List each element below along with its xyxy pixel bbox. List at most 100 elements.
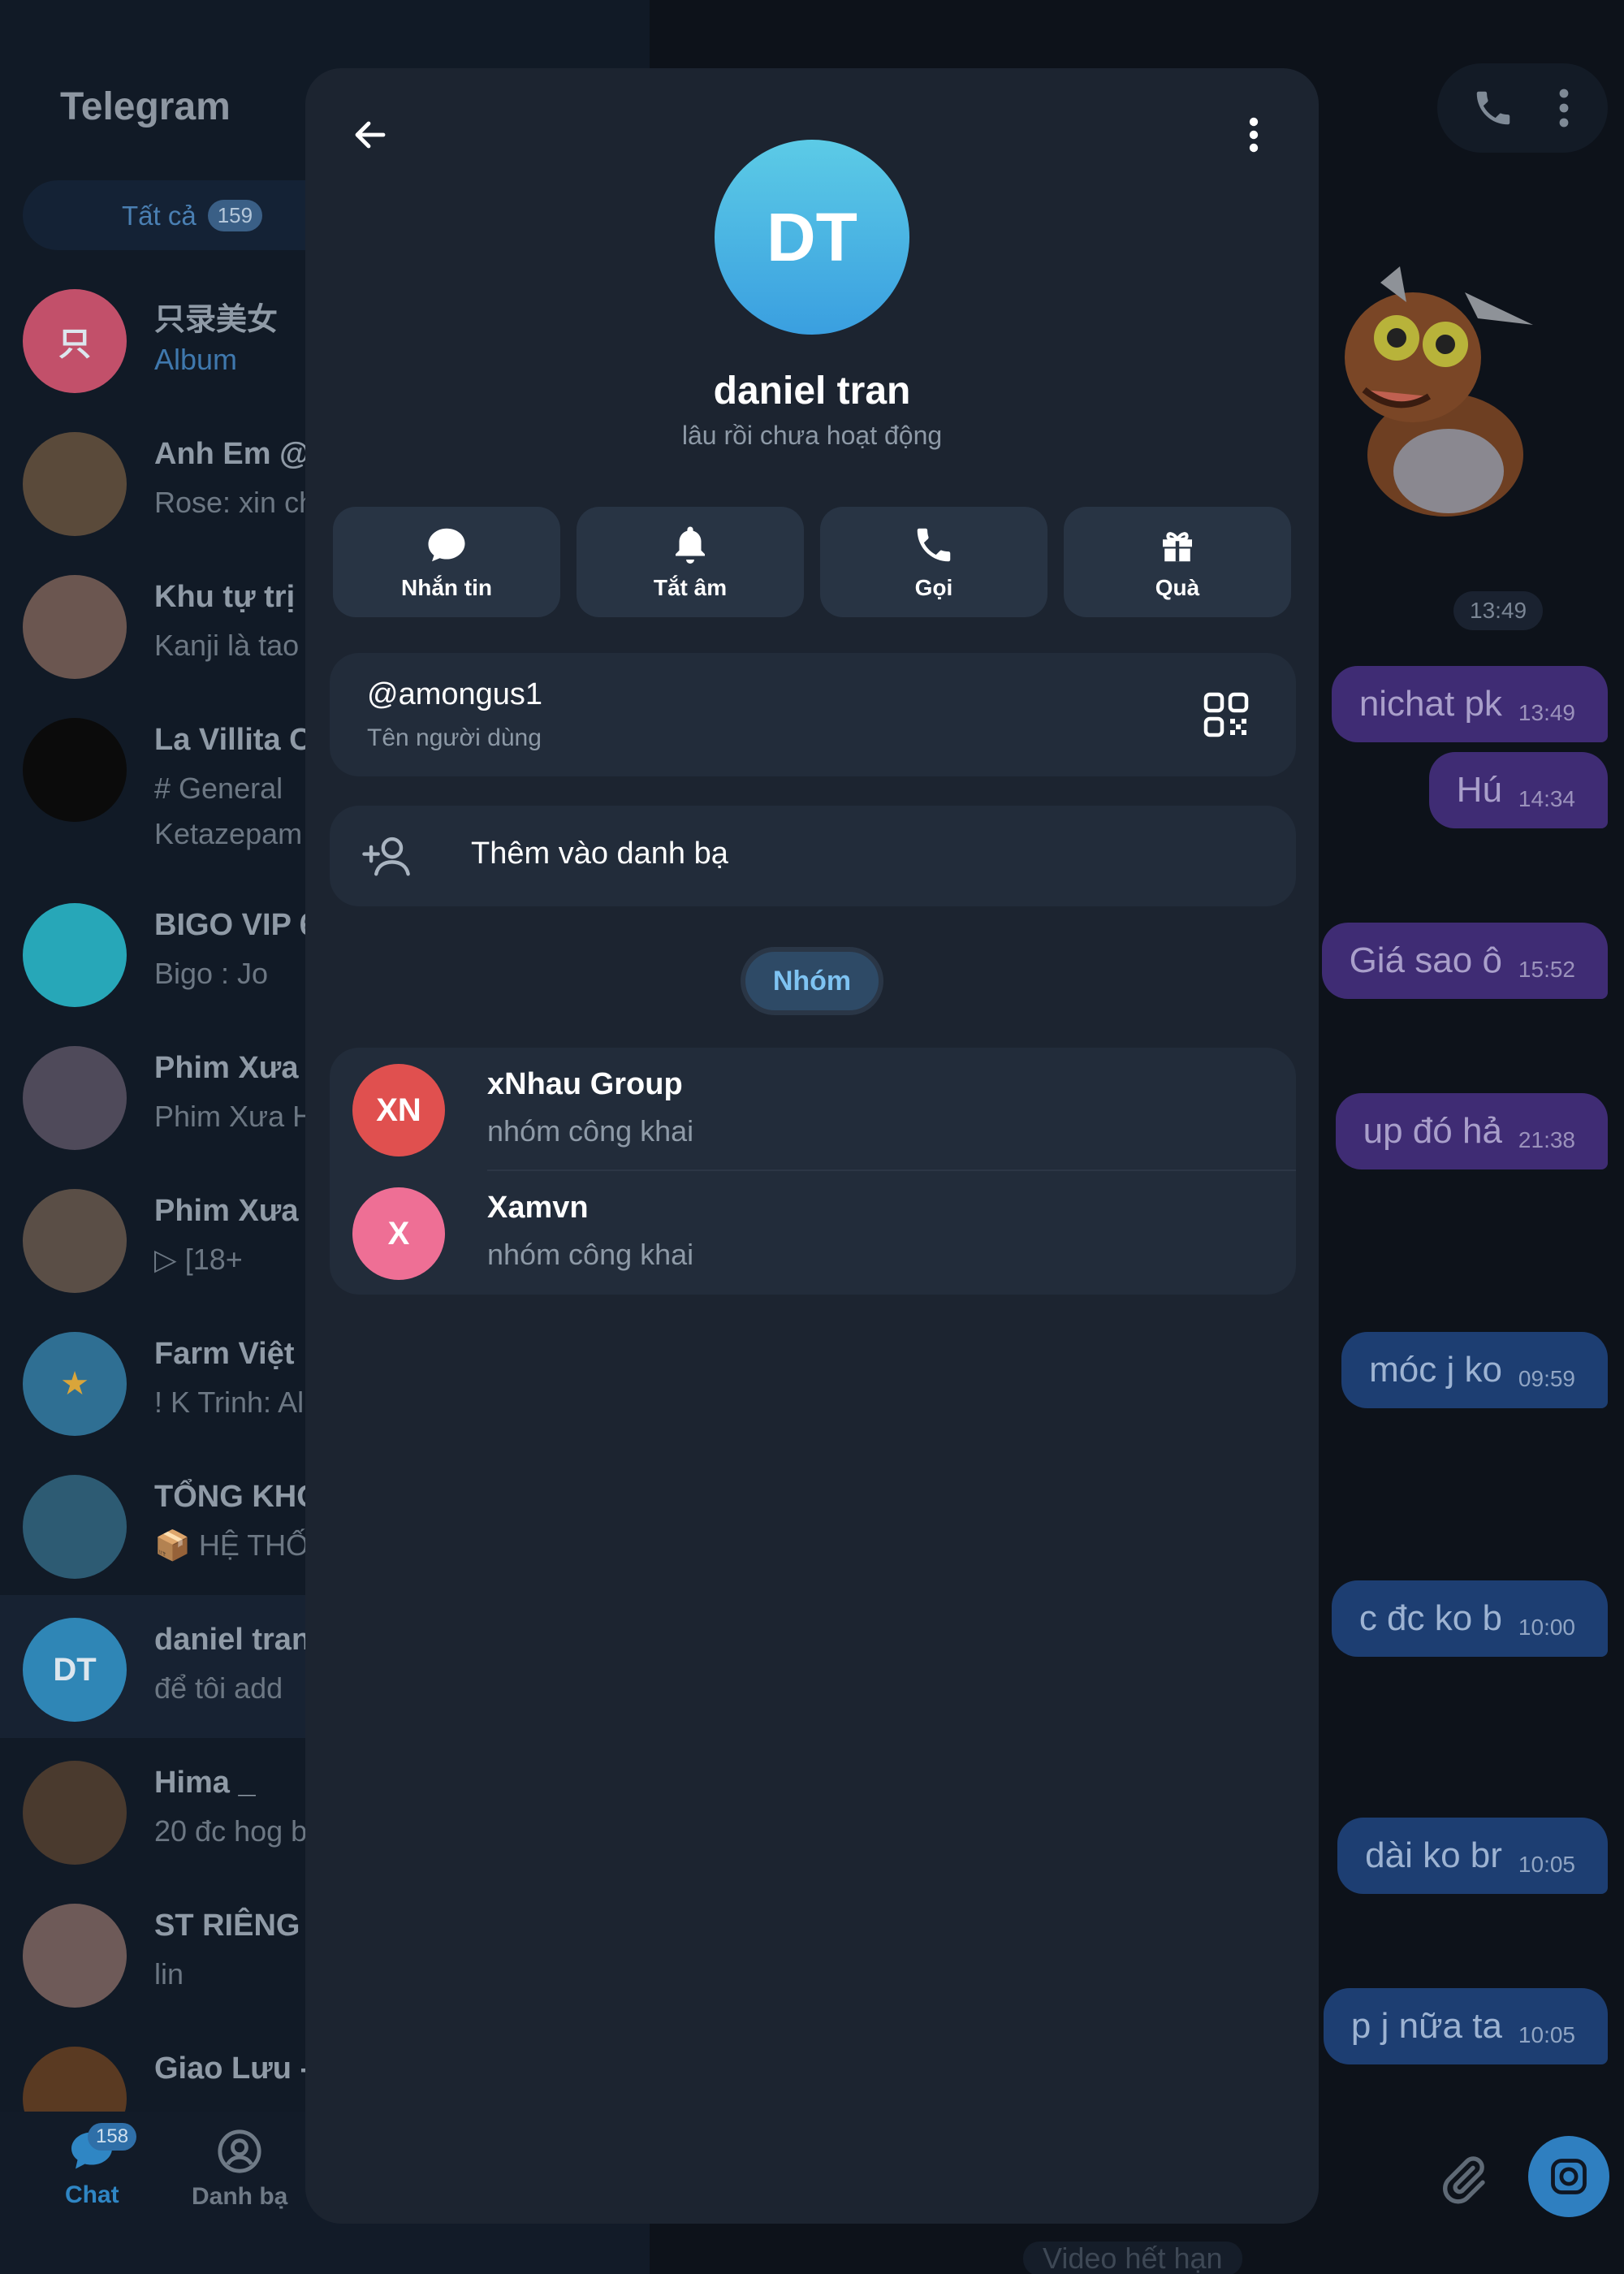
conversation-actions <box>1437 63 1608 153</box>
chat-name: Anh Em @ <box>154 437 310 471</box>
filter-tab-all[interactable]: Tất cả 159 <box>122 200 263 231</box>
chat-name: Hima _ <box>154 1766 256 1800</box>
chat-preview: Rose: xin ch <box>154 486 316 519</box>
chat-name: 只录美女 <box>154 303 279 337</box>
avatar <box>23 432 127 536</box>
avatar <box>23 718 127 822</box>
avatar: 只 <box>23 289 127 393</box>
gift-label: Quà <box>1155 575 1200 600</box>
avatar <box>23 1904 127 2008</box>
message-text: c đc ko b <box>1358 1598 1502 1638</box>
nav-contacts[interactable]: Danh bạ <box>192 2128 287 2211</box>
gift-button[interactable]: Quà <box>1064 507 1291 617</box>
profile-name: daniel tran <box>713 370 911 413</box>
chat-preview: 20 đc hog b <box>154 1814 308 1848</box>
message-text: nichat pk <box>1358 684 1502 724</box>
message-time: 10:00 <box>1518 1615 1575 1640</box>
call-button[interactable]: Gọi <box>820 507 1047 617</box>
camera-button[interactable] <box>1528 2136 1609 2217</box>
add-to-contacts-label: Thêm vào danh bạ <box>471 837 728 871</box>
avatar <box>23 1189 127 1293</box>
group-subtitle: nhóm công khai <box>487 1238 694 1271</box>
nav-contacts-label: Danh bạ <box>192 2183 288 2210</box>
back-button[interactable] <box>338 102 403 167</box>
group-list-item[interactable]: XN xNhau Group nhóm công khai <box>330 1048 1296 1171</box>
avatar: DT <box>23 1618 127 1722</box>
group-name: xNhau Group <box>487 1067 683 1101</box>
profile-sheet: DT daniel tran lâu rồi chưa hoạt động Nh… <box>305 68 1319 2224</box>
message-time: 10:05 <box>1518 1852 1575 1877</box>
message-time: 13:49 <box>1453 591 1544 630</box>
goat-sticker <box>1345 266 1533 517</box>
contacts-icon <box>218 2129 261 2173</box>
message-time: 14:34 <box>1518 786 1575 811</box>
add-to-contacts-button[interactable]: Thêm vào danh bạ <box>330 806 1296 906</box>
chat-preview: ! K Trinh: Al <box>154 1386 304 1419</box>
add-user-icon <box>362 837 410 876</box>
chat-name: ST RIÊNG T <box>154 1909 328 1943</box>
mute-label: Tắt âm <box>653 575 728 600</box>
chat-name: Khu tự trị b <box>154 580 322 614</box>
chat-topic: # General <box>154 772 283 805</box>
more-vertical-icon[interactable] <box>1556 86 1572 130</box>
attach-icon[interactable] <box>1437 2154 1489 2206</box>
message-time: 09:59 <box>1518 1366 1575 1391</box>
chat-preview: Kanji là tao <box>154 629 300 662</box>
chat-preview: 📦 HỆ THỐ <box>154 1528 309 1562</box>
message-label: Nhắn tin <box>401 575 492 600</box>
nav-chat-label: Chat <box>65 2181 119 2208</box>
message-text: dài ko br <box>1365 1835 1502 1875</box>
message-composer <box>1315 2128 1609 2233</box>
expired-video-label: Video hết hạn <box>1023 2242 1242 2274</box>
message-icon <box>428 528 465 562</box>
chat-preview: Phim Xưa H <box>154 1100 314 1133</box>
group-avatar: X <box>352 1187 445 1280</box>
bell-icon <box>676 526 705 564</box>
message-time: 21:38 <box>1518 1127 1575 1152</box>
mute-button[interactable]: Tắt âm <box>577 507 804 617</box>
message-bubble[interactable]: Hú 14:34 <box>1428 752 1608 828</box>
filter-count-badge: 159 <box>207 200 263 231</box>
avatar <box>23 903 127 1007</box>
chat-preview: ▷ [18+ <box>154 1243 243 1276</box>
message-bubble[interactable]: dài ko br 10:05 <box>1337 1818 1608 1894</box>
message-text: Giá sao ô <box>1349 940 1502 980</box>
message-text: up đó hả <box>1363 1111 1502 1151</box>
avatar <box>23 1761 127 1865</box>
message-button[interactable]: Nhắn tin <box>333 507 560 617</box>
filter-tab-label: Tất cả <box>122 200 197 231</box>
common-groups-list: XN xNhau Group nhóm công khai X Xamvn nh… <box>330 1048 1296 1295</box>
profile-avatar[interactable]: DT <box>715 140 909 335</box>
message-bubble[interactable]: móc j ko 09:59 <box>1341 1332 1608 1408</box>
group-subtitle: nhóm công khai <box>487 1114 694 1148</box>
more-vertical-icon <box>1249 117 1259 153</box>
tab-groups[interactable]: Nhóm <box>741 947 883 1015</box>
more-options-button[interactable] <box>1221 102 1286 167</box>
username-card[interactable]: @amongus1 Tên người dùng <box>330 653 1296 776</box>
chat-name: daniel tran <box>154 1623 311 1657</box>
message-bubble[interactable]: Giá sao ô 15:52 <box>1321 923 1608 999</box>
message-bubble[interactable]: p j nữa ta 10:05 <box>1323 1988 1608 2064</box>
message-text: p j nữa ta <box>1350 2006 1502 2046</box>
avatar <box>23 575 127 679</box>
chat-preview: lin <box>154 1957 184 1991</box>
gift-icon <box>1163 532 1192 562</box>
message-bubble[interactable]: c đc ko b 10:00 <box>1331 1580 1608 1657</box>
message-bubble[interactable]: nichat pk 13:49 <box>1331 666 1608 742</box>
group-list-item[interactable]: X Xamvn nhóm công khai <box>330 1171 1296 1293</box>
phone-icon <box>917 528 951 562</box>
message-time: 10:05 <box>1518 2022 1575 2047</box>
username-label: Tên người dùng <box>367 724 542 751</box>
message-time: 15:52 <box>1518 957 1575 982</box>
avatar <box>23 1475 127 1579</box>
qr-code-icon[interactable] <box>1202 690 1250 739</box>
message-bubble[interactable]: up đó hả 21:38 <box>1335 1093 1608 1169</box>
group-avatar: XN <box>352 1064 445 1156</box>
message-time: 13:49 <box>1518 700 1575 725</box>
chat-name: La Villita C <box>154 723 312 757</box>
group-name: Xamvn <box>487 1191 589 1225</box>
phone-icon[interactable] <box>1471 86 1515 130</box>
avatar: ★ <box>23 1332 127 1436</box>
chat-preview: Album <box>154 343 238 376</box>
chat-preview: Bigo : Jo <box>154 957 269 990</box>
